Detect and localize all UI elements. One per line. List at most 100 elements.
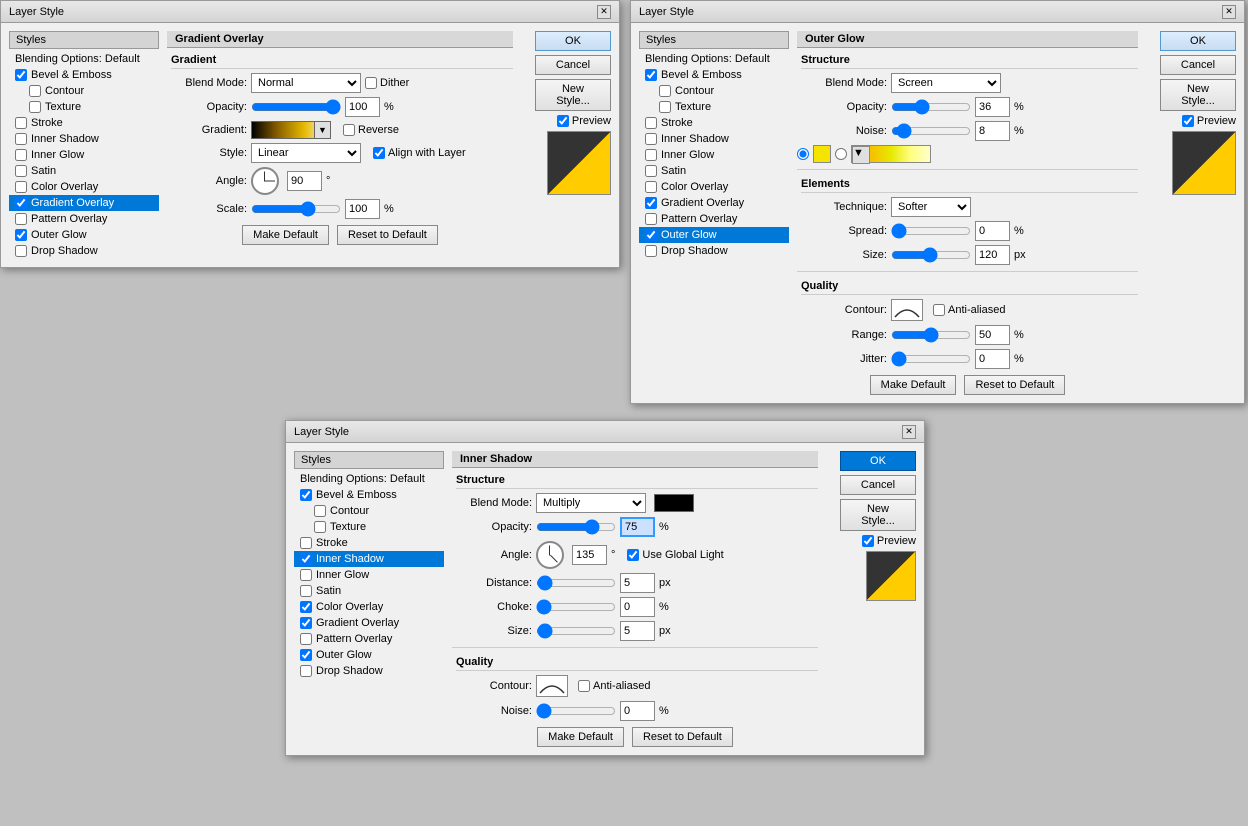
cb-3-satin[interactable]	[300, 585, 312, 597]
size-value-3[interactable]	[620, 621, 655, 641]
sidebar-item-2-drop-shadow[interactable]: Drop Shadow	[639, 243, 789, 259]
sidebar-item-2-blending[interactable]: Blending Options: Default	[639, 51, 789, 67]
cb-2-outer-glow[interactable]	[645, 229, 657, 241]
sidebar-item-3-inner-glow[interactable]: Inner Glow	[294, 567, 444, 583]
sidebar-item-3-stroke[interactable]: Stroke	[294, 535, 444, 551]
checkbox-outer-glow[interactable]	[15, 229, 27, 241]
sidebar-item-2-stroke[interactable]: Stroke	[639, 115, 789, 131]
noise-value-2[interactable]	[975, 121, 1010, 141]
opacity-value[interactable]	[345, 97, 380, 117]
angle-value[interactable]	[287, 171, 322, 191]
contour-thumb-3[interactable]	[536, 675, 568, 697]
sidebar-item-3-gradient-overlay[interactable]: Gradient Overlay	[294, 615, 444, 631]
blend-mode-select-2[interactable]: Screen Normal Multiply	[891, 73, 1001, 93]
cb-2-pattern-overlay[interactable]	[645, 213, 657, 225]
blend-mode-select[interactable]: Normal Multiply Screen	[251, 73, 361, 93]
sidebar-item-2-contour[interactable]: Contour	[639, 83, 789, 99]
anti-aliased-label-3[interactable]: Anti-aliased	[578, 680, 650, 692]
opacity-value-3[interactable]	[620, 517, 655, 537]
sidebar-item-color-overlay[interactable]: Color Overlay	[9, 179, 159, 195]
distance-slider-3[interactable]	[536, 575, 616, 591]
cb-3-color-overlay[interactable]	[300, 601, 312, 613]
angle-dial[interactable]	[251, 167, 279, 195]
sidebar-item-texture[interactable]: Texture	[9, 99, 159, 115]
anti-aliased-label-2[interactable]: Anti-aliased	[933, 304, 1005, 316]
preview-checkbox-2[interactable]	[1182, 115, 1194, 127]
sidebar-item-2-inner-glow[interactable]: Inner Glow	[639, 147, 789, 163]
cb-2-drop-shadow[interactable]	[645, 245, 657, 257]
sidebar-item-contour[interactable]: Contour	[9, 83, 159, 99]
reset-default-btn-3[interactable]: Reset to Default	[632, 727, 733, 747]
sidebar-item-2-color-overlay[interactable]: Color Overlay	[639, 179, 789, 195]
reset-default-btn-1[interactable]: Reset to Default	[337, 225, 438, 245]
scale-value[interactable]	[345, 199, 380, 219]
anti-aliased-checkbox-2[interactable]	[933, 304, 945, 316]
close-button-1[interactable]: ✕	[597, 5, 611, 19]
opacity-slider-3[interactable]	[536, 519, 616, 535]
sidebar-item-bevel-emboss[interactable]: Bevel & Emboss	[9, 67, 159, 83]
cb-3-outer-glow[interactable]	[300, 649, 312, 661]
preview-checkbox-3[interactable]	[862, 535, 874, 547]
checkbox-drop-shadow[interactable]	[15, 245, 27, 257]
sidebar-item-3-bevel[interactable]: Bevel & Emboss	[294, 487, 444, 503]
dither-check-label[interactable]: Dither	[365, 77, 409, 89]
opacity-value-2[interactable]	[975, 97, 1010, 117]
size-slider-2[interactable]	[891, 247, 971, 263]
preview-check-3[interactable]: Preview	[862, 535, 916, 547]
preview-checkbox-1[interactable]	[557, 115, 569, 127]
sidebar-item-2-inner-shadow[interactable]: Inner Shadow	[639, 131, 789, 147]
checkbox-gradient-overlay[interactable]	[15, 197, 27, 209]
use-global-light-checkbox[interactable]	[627, 549, 639, 561]
cb-2-stroke[interactable]	[645, 117, 657, 129]
checkbox-pattern-overlay[interactable]	[15, 213, 27, 225]
use-global-light-label[interactable]: Use Global Light	[627, 549, 723, 561]
contour-thumb-2[interactable]	[891, 299, 923, 321]
dither-checkbox[interactable]	[365, 77, 377, 89]
cb-3-drop-shadow[interactable]	[300, 665, 312, 677]
cb-2-color-overlay[interactable]	[645, 181, 657, 193]
preview-check-2[interactable]: Preview	[1182, 115, 1236, 127]
angle-dial-3[interactable]	[536, 541, 564, 569]
glow-color-swatch[interactable]	[813, 145, 831, 163]
align-layer-check-label[interactable]: Align with Layer	[373, 147, 466, 159]
ok-btn-3[interactable]: OK	[840, 451, 916, 471]
sidebar-item-inner-glow[interactable]: Inner Glow	[9, 147, 159, 163]
sidebar-item-gradient-overlay[interactable]: Gradient Overlay	[9, 195, 159, 211]
cb-3-contour[interactable]	[314, 505, 326, 517]
checkbox-color-overlay[interactable]	[15, 181, 27, 193]
anti-aliased-checkbox-3[interactable]	[578, 680, 590, 692]
cb-3-texture[interactable]	[314, 521, 326, 533]
cb-3-gradient-overlay[interactable]	[300, 617, 312, 629]
opacity-slider[interactable]	[251, 99, 341, 115]
cb-3-bevel[interactable]	[300, 489, 312, 501]
checkbox-stroke[interactable]	[15, 117, 27, 129]
sidebar-item-3-texture[interactable]: Texture	[294, 519, 444, 535]
make-default-btn-2[interactable]: Make Default	[870, 375, 957, 395]
sidebar-item-3-drop-shadow[interactable]: Drop Shadow	[294, 663, 444, 679]
blend-color-swatch-3[interactable]	[654, 494, 694, 512]
cb-2-satin[interactable]	[645, 165, 657, 177]
angle-value-3[interactable]	[572, 545, 607, 565]
sidebar-item-2-bevel[interactable]: Bevel & Emboss	[639, 67, 789, 83]
cb-3-inner-glow[interactable]	[300, 569, 312, 581]
spread-slider-2[interactable]	[891, 223, 971, 239]
new-style-btn-1[interactable]: New Style...	[535, 79, 611, 111]
checkbox-satin[interactable]	[15, 165, 27, 177]
sidebar-item-3-color-overlay[interactable]: Color Overlay	[294, 599, 444, 615]
close-button-2[interactable]: ✕	[1222, 5, 1236, 19]
sidebar-item-3-inner-shadow[interactable]: Inner Shadow	[294, 551, 444, 567]
noise-slider-3[interactable]	[536, 703, 616, 719]
sidebar-item-2-gradient-overlay[interactable]: Gradient Overlay	[639, 195, 789, 211]
scale-slider[interactable]	[251, 201, 341, 217]
sidebar-item-outer-glow[interactable]: Outer Glow	[9, 227, 159, 243]
cancel-btn-3[interactable]: Cancel	[840, 475, 916, 495]
style-select[interactable]: Linear Radial Angle	[251, 143, 361, 163]
technique-select-2[interactable]: Softer Precise	[891, 197, 971, 217]
sidebar-item-drop-shadow[interactable]: Drop Shadow	[9, 243, 159, 259]
sidebar-item-2-satin[interactable]: Satin	[639, 163, 789, 179]
sidebar-item-3-pattern-overlay[interactable]: Pattern Overlay	[294, 631, 444, 647]
gradient-dropdown-btn[interactable]: ▼	[314, 122, 330, 138]
opacity-slider-2[interactable]	[891, 99, 971, 115]
size-value-2[interactable]	[975, 245, 1010, 265]
gradient-bar[interactable]: ▼	[251, 121, 331, 139]
